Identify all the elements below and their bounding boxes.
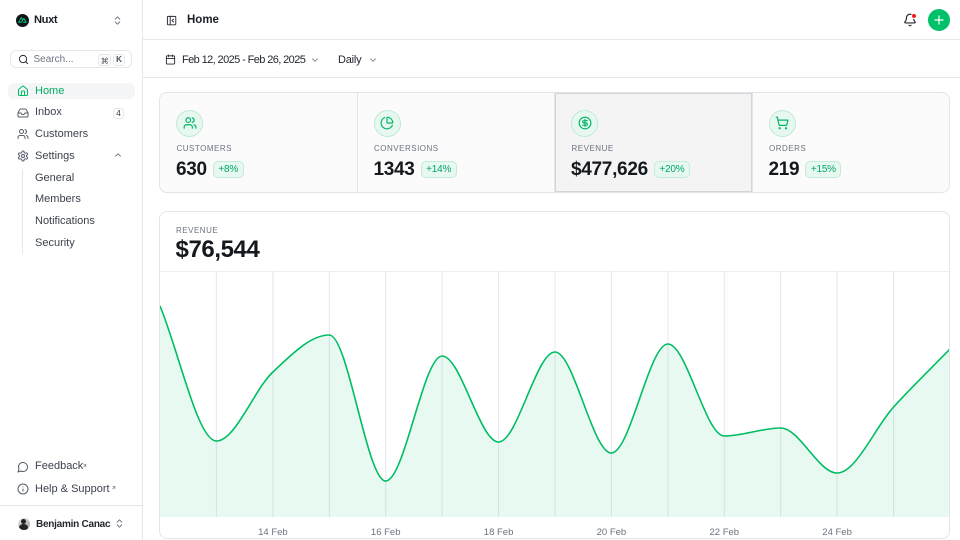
svg-text:18 Feb: 18 Feb bbox=[484, 527, 514, 538]
svg-text:24 Feb: 24 Feb bbox=[822, 527, 852, 538]
svg-text:22 Feb: 22 Feb bbox=[710, 527, 740, 538]
svg-text:14 Feb: 14 Feb bbox=[258, 527, 288, 538]
svg-text:20 Feb: 20 Feb bbox=[597, 527, 627, 538]
svg-text:16 Feb: 16 Feb bbox=[371, 527, 401, 538]
